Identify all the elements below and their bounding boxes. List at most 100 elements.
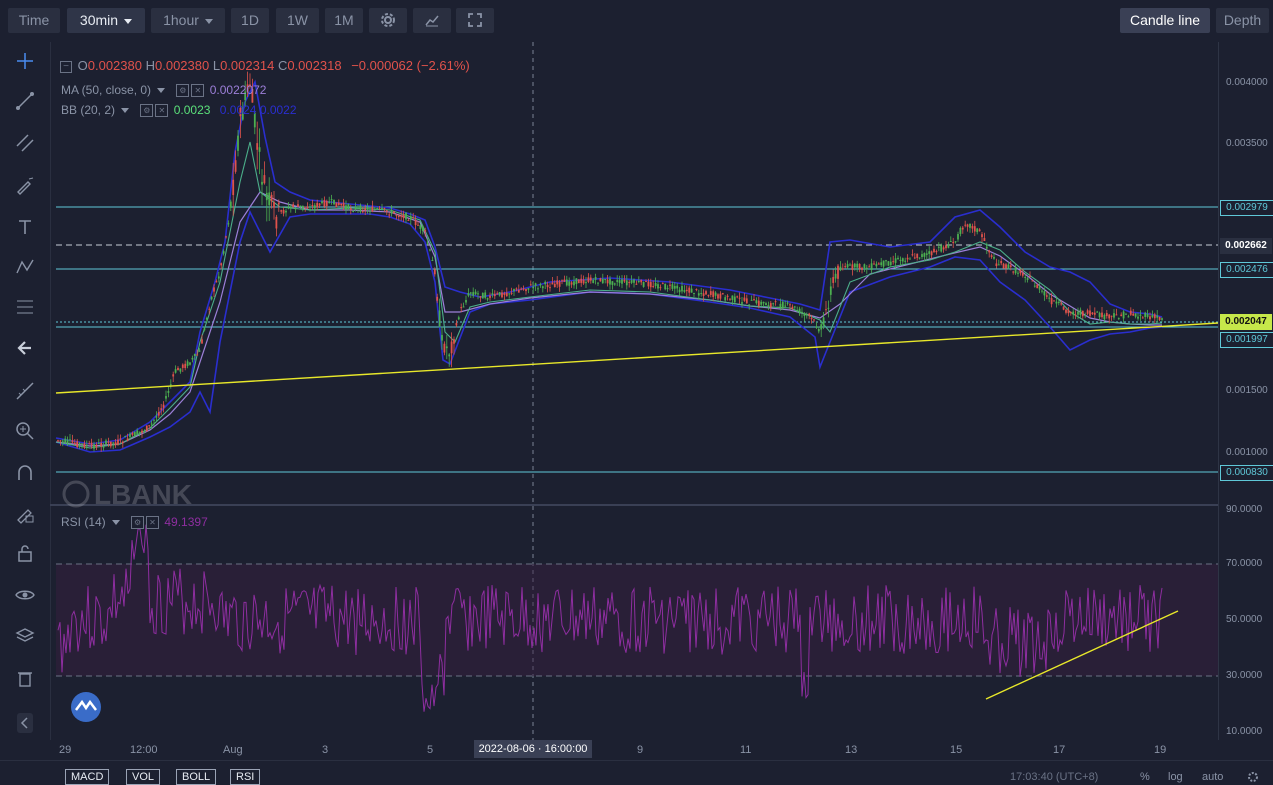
trash-icon[interactable] [14,667,36,689]
ma-settings-icon[interactable]: ⚙ [176,84,190,98]
candle-body [798,308,801,314]
candle-body [64,438,67,443]
time-axis[interactable]: 29 12:00 Aug 3 5 9 11 13 15 17 19 2022-0… [50,740,1218,760]
collapse-legend-icon[interactable]: − [60,60,72,73]
fib-tool-icon[interactable] [14,296,36,318]
candle-body [637,281,640,283]
candle-body [971,226,974,229]
interval-30min-dropdown[interactable]: 30min [67,8,145,33]
ma-close-icon[interactable]: ✕ [191,84,205,98]
candle-body [1065,309,1067,313]
interval-1d-button[interactable]: 1D [231,8,269,33]
candle-line-button[interactable]: Candle line [1120,8,1210,33]
candle-body [870,263,873,271]
caret-down-icon[interactable] [111,520,120,526]
candle-body [169,384,172,386]
candle-body [666,288,669,290]
lbank-watermark: LBANK [62,479,192,510]
candle-body [347,204,350,209]
auto-toggle[interactable]: auto [1202,771,1223,783]
interval-1hour-dropdown[interactable]: 1hour [151,8,225,33]
pattern-tool-icon[interactable] [14,256,36,278]
candle-body [1089,310,1091,316]
candle-body [829,286,832,295]
caret-down-icon[interactable] [121,108,130,114]
depth-button[interactable]: Depth [1216,8,1269,33]
bb-settings-icon[interactable]: ⚙ [140,104,154,118]
candle-body [474,291,477,295]
candle-body [263,175,266,184]
close-label: C [277,58,288,73]
tab-vol[interactable]: VOL [126,769,161,785]
candle-body [486,298,489,300]
collapse-sidebar-icon[interactable] [16,712,34,734]
candle-body [328,201,331,204]
price-chart-canvas[interactable]: LBANK [50,42,1218,740]
candle-body [316,202,319,208]
fullscreen-button[interactable] [456,8,494,33]
gear-icon[interactable] [1246,770,1260,784]
ma-legend[interactable]: MA (50, close, 0) ⚙ ✕ 0.0022072 [61,83,266,98]
bb-legend[interactable]: BB (20, 2) ⚙ ✕ 0.0023 0.0024 0.0022 [61,103,297,118]
gear-icon [381,13,395,27]
parallel-channel-icon[interactable] [14,132,36,154]
magnet-icon[interactable] [14,462,36,484]
candle-body [265,192,268,201]
ruler-icon[interactable] [14,380,36,402]
crosshair-icon[interactable] [14,50,36,72]
rsi-close-icon[interactable]: ✕ [146,516,160,530]
candle-body [834,273,837,279]
candle-body [109,441,112,447]
candle-body [585,282,587,284]
text-tool-icon[interactable] [14,216,36,238]
candle-body [714,292,717,296]
candle-body [119,438,122,440]
indicators-button[interactable] [413,8,451,33]
percent-toggle[interactable]: % [1140,771,1150,783]
candle-body [558,281,561,287]
interval-1m-button[interactable]: 1M [325,8,363,33]
candle-body [609,278,611,285]
candle-body [599,278,602,282]
price-axis[interactable]: 0.004000 0.003500 0.001500 0.001000 0.00… [1218,42,1273,740]
candle-body [1072,311,1075,315]
bb-close-icon[interactable]: ✕ [155,104,169,118]
level-label: 0.002662 [1220,238,1272,254]
candle-body [287,206,290,208]
lock-drawing-icon[interactable] [14,502,36,524]
layers-icon[interactable] [14,626,36,648]
candle-body [222,251,225,254]
candle-body [601,279,604,284]
candle-body [402,214,405,219]
tab-rsi[interactable]: RSI [230,769,261,785]
candle-body [863,264,866,268]
lock-icon[interactable] [14,542,36,564]
candle-body [383,208,386,210]
candle-body [937,246,940,248]
price-trendline[interactable] [55,322,1218,394]
zoom-in-icon[interactable] [14,420,36,442]
log-toggle[interactable]: log [1168,771,1183,783]
tab-boll[interactable]: BOLL [176,769,217,785]
settings-button[interactable] [369,8,407,33]
candle-body [616,280,619,282]
candle-body [551,282,554,285]
candle-body [947,245,950,248]
tab-macd[interactable]: MACD [65,769,110,785]
candle-body [525,289,527,292]
candle-body [837,265,839,279]
candle-body [143,430,146,432]
caret-down-icon[interactable] [157,88,166,94]
candle-body [414,219,417,226]
rsi-legend[interactable]: RSI (14) ⚙ ✕ 49.1397 [61,515,208,530]
eye-icon[interactable] [14,584,36,606]
candle-body [820,324,823,330]
rsi-settings-icon[interactable]: ⚙ [131,516,145,530]
trendline-tool-icon[interactable] [14,90,36,112]
pen-tool-icon[interactable] [14,174,36,196]
clock-label: 17:03:40 (UTC+8) [1010,771,1099,783]
candle-body [772,303,775,305]
interval-1w-button[interactable]: 1W [276,8,319,33]
arrow-left-icon[interactable] [14,337,36,359]
time-button[interactable]: Time [8,8,60,33]
